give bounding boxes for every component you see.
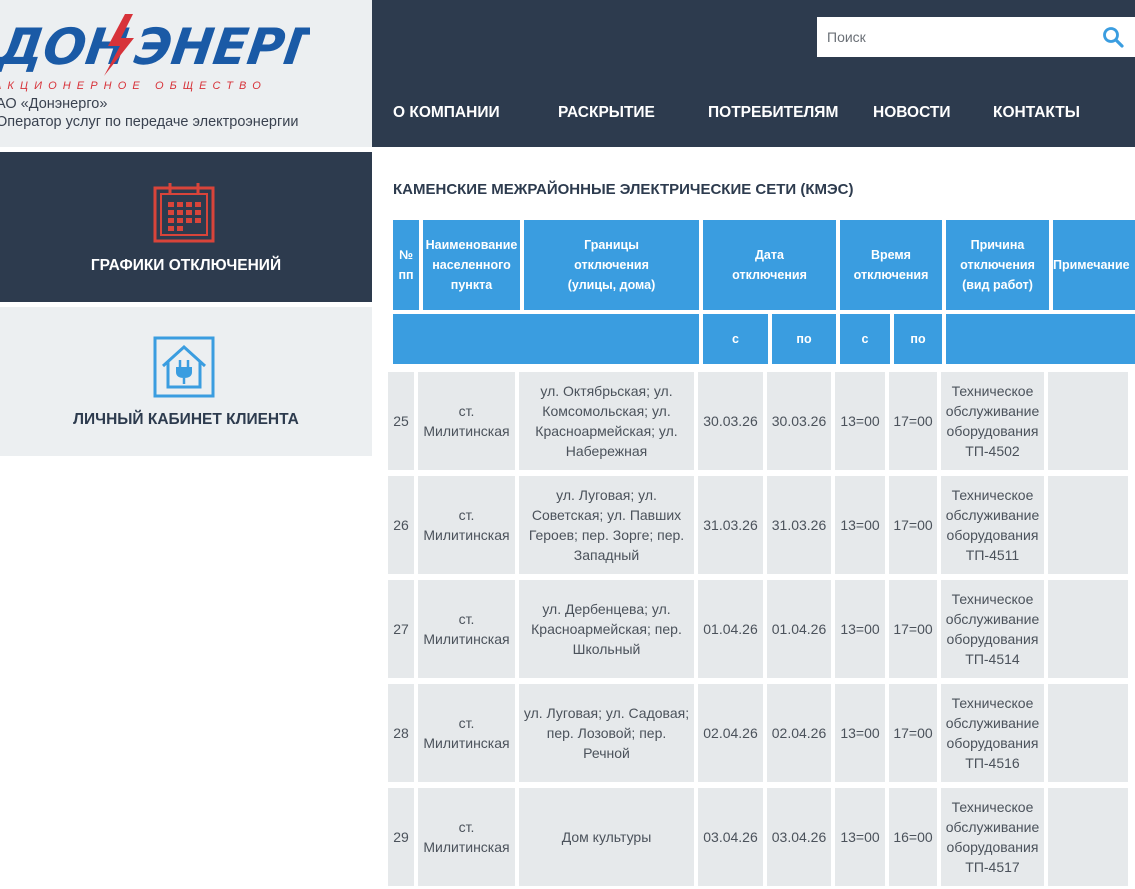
header-num: № пп [393,220,419,310]
header-reason: Причина отключения (вид работ) [946,220,1049,310]
header-date-to: по [772,314,836,364]
cell-time-to: 17=00 [889,476,937,574]
cell-bounds: ул. Луговая; ул. Садовая; пер. Лозовой; … [519,684,694,782]
cell-reason: Техническое обслуживание оборудования ТП… [941,684,1044,782]
header-date: Дата отключения [703,220,836,310]
header-time-from: с [840,314,890,364]
cell-time-from: 13=00 [835,580,885,678]
cell-date-to: 03.04.26 [767,788,831,886]
nav-item-about[interactable]: О КОМПАНИИ [393,104,500,122]
search-input[interactable] [817,17,1087,57]
calendar-icon [153,183,215,243]
svg-text:ДОН: ДОН [0,17,132,76]
cell-time-from: 13=00 [835,684,885,782]
cell-time-from: 13=00 [835,788,885,886]
cell-date-to: 30.03.26 [767,372,831,470]
cell-note [1048,476,1128,574]
house-plug-icon [153,336,215,398]
cell-note [1048,372,1128,470]
cell-bounds: ул. Октябрьская; ул. Комсомольская; ул. … [519,372,694,470]
cell-place: ст. Милитинская [418,580,515,678]
cell-reason: Техническое обслуживание оборудования ТП… [941,788,1044,886]
header-note: Примечание [1053,220,1135,310]
header-date-from: с [703,314,768,364]
cell-time-to: 17=00 [889,580,937,678]
cell-date-from: 31.03.26 [698,476,763,574]
donenergo-logo: ДОН ЭНЕРГО [0,14,310,76]
header-time: Время отключения [840,220,942,310]
cell-note [1048,788,1128,886]
search-icon [1103,27,1124,48]
cell-date-to: 02.04.26 [767,684,831,782]
cell-date-to: 31.03.26 [767,476,831,574]
cell-num: 27 [388,580,414,678]
cell-bounds: Дом культуры [519,788,694,886]
nav-item-consumers[interactable]: ПОТРЕБИТЕЛЯМ [708,104,838,122]
cell-place: ст. Милитинская [418,684,515,782]
company-name: АО «Донэнерго» [0,96,108,112]
cell-time-to: 16=00 [889,788,937,886]
company-tagline: Оператор услуг по передаче электроэнерги… [0,114,299,130]
cell-time-to: 17=00 [889,372,937,470]
cell-reason: Техническое обслуживание оборудования ТП… [941,372,1044,470]
header-subrow-blank-right [946,314,1135,364]
cell-time-from: 13=00 [835,476,885,574]
cell-num: 29 [388,788,414,886]
search-button[interactable] [1101,25,1125,49]
cell-place: ст. Милитинская [418,476,515,574]
header-bounds: Границы отключения (улицы, дома) [524,220,699,310]
top-bar: О КОМПАНИИ РАСКРЫТИЕ ПОТРЕБИТЕЛЯМ НОВОСТ… [372,0,1135,147]
nav-item-contacts[interactable]: КОНТАКТЫ [993,104,1080,122]
cell-date-from: 30.03.26 [698,372,763,470]
cell-date-to: 01.04.26 [767,580,831,678]
cell-place: ст. Милитинская [418,372,515,470]
header-place: Наименование населенного пункта [423,220,520,310]
cell-place: ст. Милитинская [418,788,515,886]
cell-reason: Техническое обслуживание оборудования ТП… [941,476,1044,574]
outage-schedules-label: ГРАФИКИ ОТКЛЮЧЕНИЙ [90,257,282,274]
header-subrow-blank [393,314,699,364]
main-nav: О КОМПАНИИ РАСКРЫТИЕ ПОТРЕБИТЕЛЯМ НОВОСТ… [372,104,1135,130]
cell-num: 25 [388,372,414,470]
cell-num: 28 [388,684,414,782]
client-account-card[interactable]: ЛИЧНЫЙ КАБИНЕТ КЛИЕНТА [0,307,372,456]
nav-item-disclosure[interactable]: РАСКРЫТИЕ [558,104,655,122]
header-time-to: по [894,314,942,364]
svg-text:ЭНЕРГО: ЭНЕРГО [131,17,310,76]
cell-bounds: ул. Дербенцева; ул. Красноармейская; пер… [519,580,694,678]
cell-note [1048,684,1128,782]
logo-subtitle: АКЦИОНЕРНОЕ ОБЩЕСТВО [0,80,267,92]
search-box [817,17,1135,57]
cell-date-from: 02.04.26 [698,684,763,782]
cell-note [1048,580,1128,678]
cell-bounds: ул. Луговая; ул. Советская; ул. Павших Г… [519,476,694,574]
cell-date-from: 03.04.26 [698,788,763,886]
cell-time-from: 13=00 [835,372,885,470]
cell-date-from: 01.04.26 [698,580,763,678]
nav-item-news[interactable]: НОВОСТИ [873,104,951,122]
page-title: КАМЕНСКИЕ МЕЖРАЙОННЫЕ ЭЛЕКТРИЧЕСКИЕ СЕТИ… [393,181,854,198]
client-account-label: ЛИЧНЫЙ КАБИНЕТ КЛИЕНТА [73,411,299,428]
logo-area[interactable]: ДОН ЭНЕРГО АКЦИОНЕРНОЕ ОБЩЕСТВО АО «Донэ… [0,0,372,147]
cell-num: 26 [388,476,414,574]
cell-reason: Техническое обслуживание оборудования ТП… [941,580,1044,678]
outage-schedules-card[interactable]: ГРАФИКИ ОТКЛЮЧЕНИЙ [0,152,372,302]
cell-time-to: 17=00 [889,684,937,782]
